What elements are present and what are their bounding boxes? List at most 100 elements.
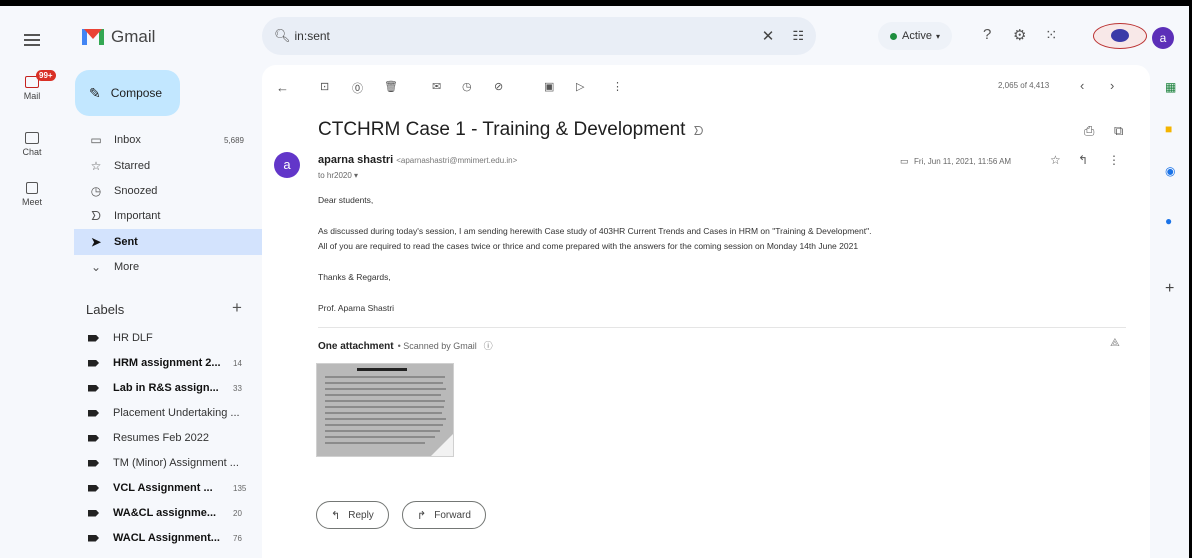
- star-icon[interactable]: ☆: [1050, 153, 1061, 167]
- settings-gear-icon[interactable]: ⚙: [1013, 26, 1026, 44]
- search-options-icon[interactable]: ☷: [792, 28, 804, 44]
- nav-label: Snoozed: [114, 185, 158, 197]
- important-marker-icon[interactable]: ᗤ: [693, 124, 703, 138]
- reply-icon[interactable]: ↰: [1078, 153, 1088, 167]
- label-name: HR DLF: [113, 332, 153, 344]
- reply-button[interactable]: ↰ Reply: [316, 501, 389, 529]
- older-arrow-icon[interactable]: ›: [1110, 78, 1114, 93]
- scan-status: • Scanned by Gmail: [397, 341, 477, 351]
- print-icon[interactable]: ⎙: [1084, 123, 1094, 139]
- new-window-icon[interactable]: ⧉: [1114, 123, 1123, 139]
- more-vert-icon[interactable]: ⋮: [1108, 153, 1120, 167]
- compose-button[interactable]: ✎ Compose: [75, 70, 180, 116]
- label-tag-icon: [88, 409, 99, 417]
- apps-grid-icon[interactable]: ⁙: [1045, 26, 1058, 44]
- sender-name[interactable]: aparna shastri: [318, 154, 393, 166]
- nav-starred[interactable]: ☆ Starred: [74, 153, 280, 179]
- keep-icon[interactable]: ■: [1165, 122, 1172, 136]
- label-count: 14: [233, 358, 242, 368]
- attachment-title: One attachment: [318, 341, 394, 352]
- add-to-drive-icon[interactable]: ⟁: [1110, 337, 1120, 350]
- attachment-thumbnail[interactable]: [316, 363, 454, 457]
- snooze-clock-icon[interactable]: ◷: [462, 80, 472, 93]
- label-tag-icon: [88, 384, 99, 392]
- label-item[interactable]: WACL Assignment... 76: [88, 527, 258, 549]
- label-tag-icon: [88, 509, 99, 517]
- rail-meet[interactable]: Meet: [0, 182, 64, 207]
- main-menu-icon[interactable]: [24, 34, 40, 46]
- info-icon[interactable]: ⓘ: [484, 341, 493, 351]
- label-count: 20: [233, 508, 242, 518]
- clock-icon: ◷: [90, 184, 102, 198]
- add-task-icon[interactable]: ⊘: [494, 80, 503, 93]
- labels-heading: Labels: [86, 302, 125, 317]
- nav-sent[interactable]: ➤ Sent: [74, 229, 280, 255]
- email-body-line: Dear students,: [318, 195, 374, 205]
- nav-label: Inbox: [114, 134, 141, 146]
- chevron-down-icon: ▾: [354, 171, 359, 180]
- label-item[interactable]: Placement Undertaking ...: [88, 402, 258, 424]
- label-item[interactable]: HR DLF: [88, 327, 258, 349]
- message-view: ← ⊡ ⓪ 🗑︎ ✉︎ ◷ ⊘ ▣ ▷ ⋮ 2,065 of 4,413 ‹ ›…: [262, 65, 1150, 558]
- recipient-line[interactable]: to hr2020 ▾: [318, 171, 358, 180]
- label-tag-icon: [88, 334, 99, 342]
- account-avatar[interactable]: a: [1152, 27, 1174, 49]
- gmail-m-icon: [82, 29, 104, 45]
- label-item[interactable]: HRM assignment 2... 14: [88, 352, 258, 374]
- more-vert-icon[interactable]: ⋮: [612, 80, 623, 93]
- move-to-icon[interactable]: ▣: [544, 80, 554, 93]
- active-status-dot: [890, 32, 897, 40]
- contacts-icon[interactable]: ●: [1165, 214, 1172, 228]
- rail-mail[interactable]: 99+ Mail: [0, 70, 64, 101]
- back-arrow-icon[interactable]: ←: [276, 80, 289, 95]
- calendar-icon[interactable]: ▦: [1165, 80, 1176, 94]
- rail-meet-label: Meet: [21, 197, 42, 207]
- add-addon-icon[interactable]: +: [1165, 280, 1174, 298]
- label-name: WACL Assignment...: [113, 532, 220, 544]
- rail-mail-label: Mail: [23, 91, 41, 101]
- label-name: VCL Assignment ...: [113, 482, 213, 494]
- search-bar[interactable]: 🔍︎ in:sent ✕ ☷: [262, 17, 816, 55]
- app-name: Gmail: [111, 27, 156, 46]
- attachment-clip-icon: ▭: [900, 156, 909, 166]
- label-item[interactable]: Lab in R&S assign... 33: [88, 377, 258, 399]
- nav-snoozed[interactable]: ◷ Snoozed: [74, 178, 280, 204]
- gmail-logo[interactable]: Gmail: [82, 27, 155, 47]
- nav-important[interactable]: ᗤ Important: [74, 203, 280, 229]
- label-item[interactable]: WA&CL assignme... 20: [88, 502, 258, 524]
- mark-unread-icon[interactable]: ✉︎: [432, 80, 441, 93]
- label-tag-icon: [88, 459, 99, 467]
- archive-icon[interactable]: ⊡: [320, 80, 329, 93]
- email-body-line: As discussed during today's session, I a…: [318, 226, 872, 236]
- organization-logo[interactable]: [1093, 23, 1147, 49]
- label-item[interactable]: TM (Minor) Assignment ...: [88, 452, 258, 474]
- search-icon[interactable]: 🔍︎: [274, 28, 291, 44]
- app-rail: 99+ Mail Chat Meet: [0, 6, 64, 558]
- label-icon[interactable]: ▷: [576, 80, 584, 93]
- search-input[interactable]: in:sent: [295, 29, 762, 43]
- label-item[interactable]: VCL Assignment ... 135: [88, 477, 258, 499]
- label-name: TM (Minor) Assignment ...: [113, 457, 239, 469]
- nav-label: More: [114, 261, 140, 273]
- add-label-icon[interactable]: +: [232, 298, 242, 318]
- email-subject: CTCHRM Case 1 - Training & Development ᗤ: [318, 119, 703, 141]
- newer-arrow-icon[interactable]: ‹: [1080, 78, 1084, 93]
- status-dropdown[interactable]: Active ▾: [878, 22, 952, 50]
- label-count: 33: [233, 383, 242, 393]
- forward-label: Forward: [434, 509, 471, 521]
- attachment-divider: [318, 327, 1126, 328]
- tasks-icon[interactable]: ◉: [1165, 164, 1175, 178]
- report-spam-icon[interactable]: ⓪: [352, 80, 363, 96]
- forward-button[interactable]: ↱ Forward: [402, 501, 486, 529]
- reply-label: Reply: [348, 509, 374, 521]
- label-item[interactable]: Resumes Feb 2022: [88, 427, 258, 449]
- rail-chat[interactable]: Chat: [0, 132, 64, 157]
- sender-avatar[interactable]: a: [274, 152, 300, 178]
- nav-more[interactable]: ⌄ More: [74, 254, 280, 280]
- label-count: 135: [233, 483, 247, 493]
- clear-search-icon[interactable]: ✕: [762, 27, 775, 45]
- email-body-line: Thanks & Regards,: [318, 272, 391, 282]
- delete-trash-icon[interactable]: 🗑︎: [384, 80, 398, 93]
- help-icon[interactable]: ?: [983, 26, 991, 43]
- nav-inbox[interactable]: ▭ Inbox 5,689: [74, 127, 280, 153]
